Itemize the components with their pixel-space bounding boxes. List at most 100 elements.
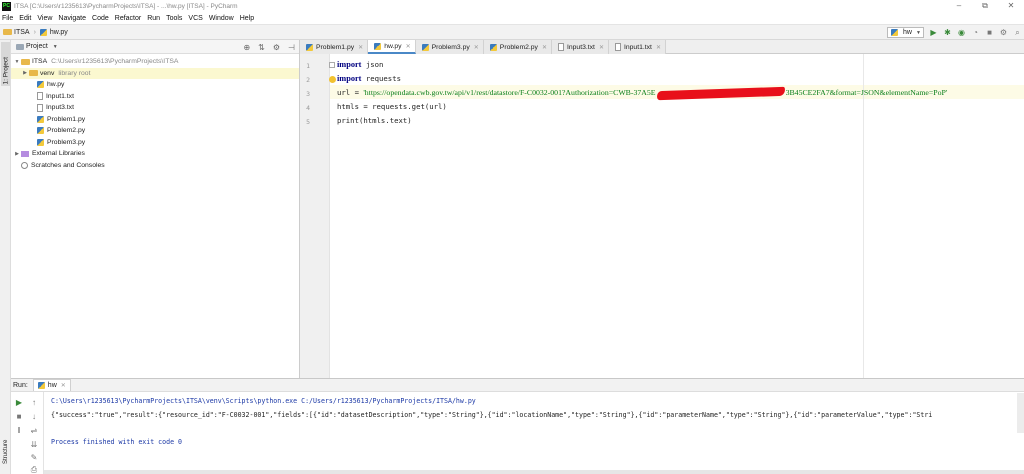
close-icon[interactable]: ✕: [406, 43, 411, 50]
down-icon[interactable]: ↓: [29, 412, 39, 421]
close-button[interactable]: ✕: [998, 0, 1024, 13]
tree-item[interactable]: Input1.txt: [11, 91, 299, 103]
minimize-button[interactable]: –: [946, 0, 972, 13]
menu-view[interactable]: View: [34, 15, 55, 22]
window-title: ITSA [C:\Users\r1235613\PycharmProjects\…: [14, 3, 238, 10]
menu-vcs[interactable]: VCS: [185, 15, 205, 22]
code-line: htmls = requests.get(url): [337, 100, 947, 114]
text-file-icon: [614, 43, 621, 51]
stop-icon[interactable]: ■: [14, 412, 24, 421]
menu-edit[interactable]: Edit: [16, 15, 34, 22]
chevron-right-icon[interactable]: ▶: [13, 151, 21, 157]
chevron-right-icon[interactable]: ▶: [21, 70, 29, 76]
line-number: 3: [306, 90, 310, 98]
pause-icon[interactable]: ‖: [14, 426, 24, 435]
editor-tab[interactable]: Input1.txt ✕: [608, 40, 666, 54]
tree-item[interactable]: ▶ venv library root: [11, 67, 299, 79]
project-panel-tools: ⊕ ⇅ ⚙ ⊣: [243, 43, 295, 52]
folder-icon: [21, 58, 30, 65]
close-icon[interactable]: ✕: [474, 44, 479, 51]
tree-item[interactable]: Scratches and Consoles: [11, 160, 299, 172]
locate-icon[interactable]: ⊕: [243, 43, 250, 52]
menu-run[interactable]: Run: [144, 15, 163, 22]
project-icon: [16, 43, 24, 50]
console-scrollbar[interactable]: [1017, 393, 1024, 433]
menu-window[interactable]: Window: [206, 15, 237, 22]
close-icon[interactable]: ✕: [61, 382, 66, 389]
up-icon[interactable]: ↑: [29, 398, 39, 407]
code-content: import json import requests url = 'https…: [329, 58, 947, 128]
project-panel: Project ▼ ⊕ ⇅ ⚙ ⊣ ▼ ITSA C:\Users\r1235613…: [11, 40, 300, 378]
console-line: {"success":"true","result":{"resource_id…: [51, 410, 933, 419]
python-file-icon: [37, 382, 45, 389]
structure-tool-tab[interactable]: Structure: [3, 434, 9, 464]
restore-button[interactable]: ⧉: [972, 0, 998, 13]
tree-item[interactable]: ▼ ITSA C:\Users\r1235613\PycharmProjects\I…: [11, 56, 299, 68]
code-editor[interactable]: 1 2 3 4 5 import json import requests ur…: [300, 54, 1024, 378]
hide-icon[interactable]: ⊣: [288, 43, 295, 52]
profile-icon[interactable]: ◔: [971, 28, 980, 37]
tree-item[interactable]: hw.py: [11, 79, 299, 91]
editor-tab[interactable]: hw.py ✕: [368, 40, 416, 54]
tree-item-label: hw.py: [47, 81, 65, 89]
scroll-to-end-icon[interactable]: ⇊: [29, 440, 39, 449]
soft-wrap-icon[interactable]: ⇌: [29, 426, 39, 435]
run-icon[interactable]: ▶: [929, 28, 938, 37]
fold-marker-icon[interactable]: [329, 62, 335, 68]
bottom-tool-strip: Structure: [0, 378, 11, 474]
tree-item[interactable]: ▶ External Libraries: [11, 148, 299, 160]
editor-tab[interactable]: Problem2.py ✕: [483, 40, 552, 54]
lightbulb-icon[interactable]: [329, 76, 336, 83]
chevron-down-icon[interactable]: ▼: [13, 59, 21, 65]
chevron-down-icon[interactable]: ▼: [53, 44, 58, 50]
tree-item[interactable]: Problem1.py: [11, 114, 299, 126]
menu-file[interactable]: File: [0, 15, 16, 22]
close-icon[interactable]: ✕: [599, 44, 604, 51]
tree-item[interactable]: Problem2.py: [11, 125, 299, 137]
close-icon[interactable]: ✕: [358, 44, 363, 51]
gear-icon[interactable]: ⚙: [273, 43, 280, 52]
rerun-icon[interactable]: ▶: [14, 398, 24, 407]
string-literal: 3B45CE2FA7&format=JSON&elementName=PoP': [785, 88, 948, 97]
debug-icon[interactable]: ✱: [943, 28, 952, 37]
search-icon[interactable]: ⌕: [1013, 28, 1022, 37]
editor-tab-label: Input1.txt: [623, 43, 652, 51]
menu-refactor[interactable]: Refactor: [112, 15, 144, 22]
tree-item-label: External Libraries: [32, 150, 85, 158]
tree-item[interactable]: Input3.txt: [11, 102, 299, 114]
project-tool-tab[interactable]: 1: Project: [1, 42, 10, 86]
pin-icon[interactable]: ✎: [29, 453, 39, 462]
editor-tab[interactable]: Input3.txt ✕: [551, 40, 609, 54]
run-tab[interactable]: hw ✕: [32, 379, 71, 391]
run-tab-label: hw: [47, 382, 57, 389]
close-icon[interactable]: ✕: [656, 44, 661, 51]
menu-navigate[interactable]: Navigate: [55, 15, 89, 22]
code-text: url =: [337, 88, 364, 97]
breadcrumb-project[interactable]: ITSA: [14, 29, 30, 36]
print-icon[interactable]: ⎙: [29, 465, 39, 474]
breadcrumb-file[interactable]: hw.py: [50, 29, 68, 36]
run-configuration-select[interactable]: hw ▼: [887, 27, 924, 38]
tree-item[interactable]: Problem3.py: [11, 137, 299, 149]
tree-item-detail: library root: [58, 69, 91, 77]
stop-icon[interactable]: ■: [985, 28, 994, 37]
console-horizontal-scrollbar[interactable]: [44, 470, 1024, 474]
python-file-icon: [37, 81, 44, 89]
close-icon[interactable]: ✕: [542, 44, 547, 51]
menu-help[interactable]: Help: [237, 15, 257, 22]
code-line: url = 'https://opendata.cwb.gov.tw/api/v…: [337, 86, 947, 100]
editor-tab-label: Problem2.py: [499, 43, 538, 51]
editor-tab[interactable]: Problem3.py ✕: [415, 40, 484, 54]
text-file-icon: [557, 43, 564, 51]
coverage-icon[interactable]: ◉: [957, 28, 966, 37]
editor-tabs: Problem1.py ✕ hw.py ✕ Problem3.py ✕ Problem2.p…: [300, 40, 1024, 54]
menu-code[interactable]: Code: [89, 15, 112, 22]
settings-icon[interactable]: ⚙: [999, 28, 1008, 37]
code-line: import requests: [329, 72, 947, 86]
collapse-all-icon[interactable]: ⇅: [258, 43, 265, 52]
menu-tools[interactable]: Tools: [163, 15, 185, 22]
console-output[interactable]: C:\Users\r1235613\PycharmProjects\ITSA\v…: [51, 395, 932, 449]
project-panel-title[interactable]: Project: [26, 43, 48, 50]
editor-tab[interactable]: Problem1.py ✕: [300, 40, 369, 54]
